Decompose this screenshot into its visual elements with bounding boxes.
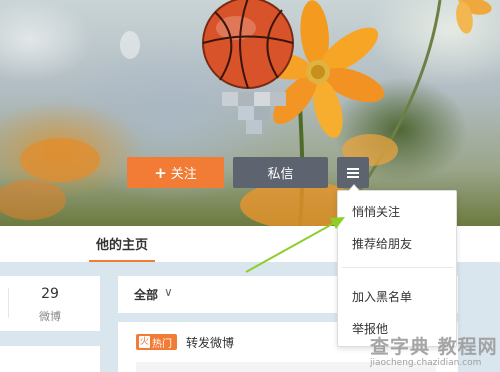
username-mosaic	[238, 106, 254, 120]
username-mosaic	[254, 106, 270, 120]
tab-home[interactable]: 他的主页	[89, 226, 155, 262]
feed-item-body	[136, 362, 436, 372]
plus-icon: +	[154, 163, 167, 182]
username-mosaic	[270, 92, 286, 106]
chevron-down-icon[interactable]: ∨	[164, 285, 173, 299]
feed-item-title: 转发微博	[186, 336, 235, 350]
menu-item-quiet-follow[interactable]: 悄悄关注	[338, 196, 458, 226]
weibo-count[interactable]: 29	[0, 286, 100, 302]
basketball-icon	[202, 0, 294, 89]
username-mosaic	[254, 92, 270, 106]
more-dropdown-menu: 悄悄关注 推荐给朋友 加入黑名单 举报他	[337, 184, 458, 347]
hot-badge-label: 热门	[152, 338, 172, 350]
message-label: 私信	[267, 167, 294, 182]
menu-item-blacklist[interactable]: 加入黑名单	[338, 281, 458, 311]
username-mosaic	[222, 92, 238, 106]
username-mosaic	[238, 92, 254, 106]
follow-label: 关注	[170, 167, 197, 182]
message-button[interactable]: 私信	[233, 157, 328, 188]
filter-all-dropdown[interactable]: 全部	[134, 286, 158, 303]
follow-button[interactable]: + 关注	[127, 157, 224, 188]
menu-item-recommend[interactable]: 推荐给朋友	[338, 228, 458, 258]
left-info-card	[0, 346, 100, 372]
username-mosaic	[246, 120, 262, 134]
weibo-count-label: 微博	[39, 310, 61, 323]
hot-badge: 火 热门	[136, 334, 177, 350]
menu-item-report[interactable]: 举报他	[338, 313, 458, 343]
hamburger-icon	[347, 166, 359, 180]
stats-card: 29 微博	[0, 276, 100, 331]
menu-divider	[342, 267, 454, 268]
fire-icon: 火	[139, 336, 150, 348]
